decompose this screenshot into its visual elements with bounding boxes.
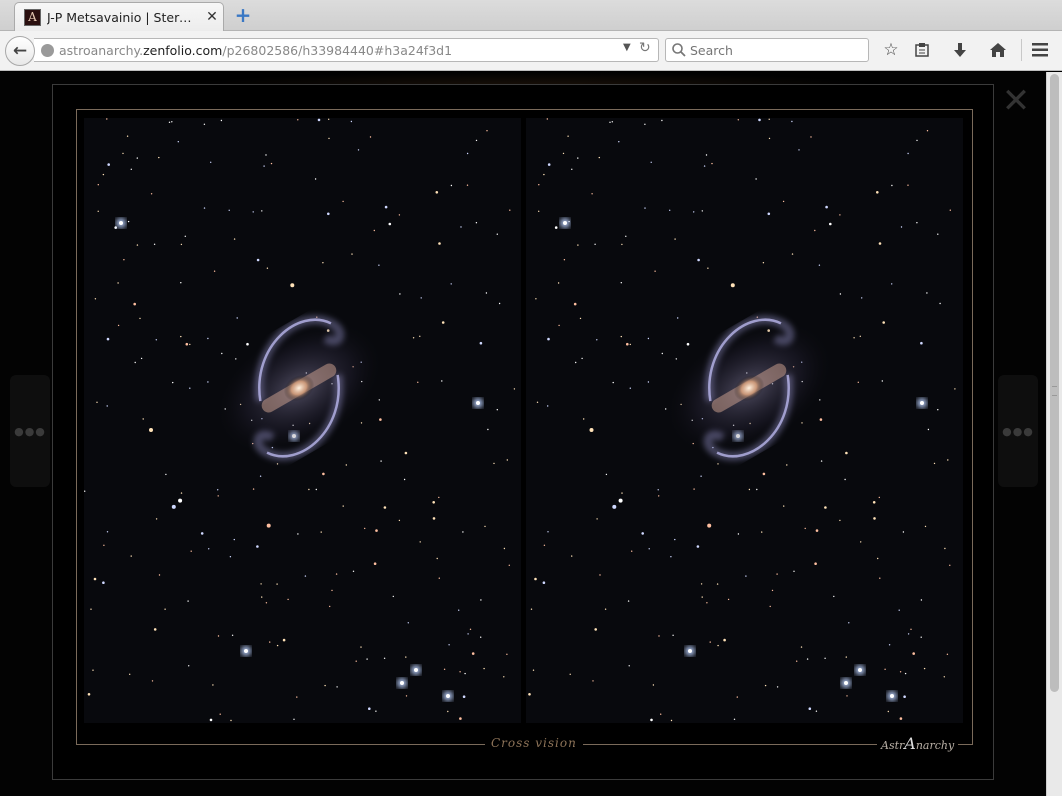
scroll-grip-icon [1052, 386, 1057, 396]
tab-close-icon[interactable]: ✕ [205, 8, 219, 26]
navigation-toolbar: astroanarchy.zenfolio.com/p26802586/h339… [0, 31, 1062, 71]
photo-frame: Cross vision AstrAnarchy [76, 109, 973, 753]
history-dropdown-icon[interactable]: ▼ [623, 42, 631, 53]
home-icon[interactable] [987, 39, 1009, 61]
toolbar-separator [1021, 39, 1022, 61]
signature-logo: AstrAnarchy [877, 734, 959, 753]
url-text[interactable]: astroanarchy.zenfolio.com/p26802586/h339… [59, 43, 452, 58]
page-viewport: ●●● ●●● Cross vision AstrAnarchy ✕ [0, 72, 1046, 796]
address-bar[interactable]: astroanarchy.zenfolio.com/p26802586/h339… [34, 38, 659, 62]
search-icon [672, 43, 686, 57]
tab-title: J-P Metsavainio | Stereo... [47, 10, 197, 25]
new-tab-icon[interactable]: + [233, 5, 253, 25]
stereo-image-left [84, 118, 521, 723]
browser-tab[interactable]: A J-P Metsavainio | Stereo... ✕ [14, 2, 224, 32]
dots-icon: ●●● [14, 425, 46, 438]
hamburger-icon[interactable] [1029, 39, 1051, 61]
photo-lightbox: Cross vision AstrAnarchy [52, 84, 994, 780]
close-icon[interactable]: ✕ [1000, 84, 1032, 118]
scrollbar[interactable] [1046, 72, 1062, 796]
next-photo-button[interactable]: ●●● [998, 375, 1038, 487]
caption-text: Cross vision [485, 736, 583, 750]
arrow-left-icon: ← [12, 41, 28, 61]
star-icon[interactable]: ☆ [880, 39, 902, 61]
back-button[interactable]: ← [5, 36, 35, 66]
clipboard-icon[interactable] [911, 39, 933, 61]
dots-icon: ●●● [1002, 425, 1034, 438]
galaxy-image [84, 118, 516, 722]
reload-icon[interactable]: ↻ [639, 40, 651, 56]
scrollbar-thumb[interactable] [1050, 74, 1059, 692]
download-icon[interactable] [949, 39, 971, 61]
tab-strip: A J-P Metsavainio | Stereo... ✕ + [0, 0, 1062, 32]
previous-photo-button[interactable]: ●●● [10, 375, 50, 487]
stereo-image-right [526, 118, 963, 723]
search-input[interactable] [690, 42, 860, 58]
site-favicon-icon: A [24, 9, 41, 26]
search-bar[interactable] [665, 38, 869, 62]
globe-icon [41, 44, 54, 57]
galaxy-image [528, 118, 956, 722]
